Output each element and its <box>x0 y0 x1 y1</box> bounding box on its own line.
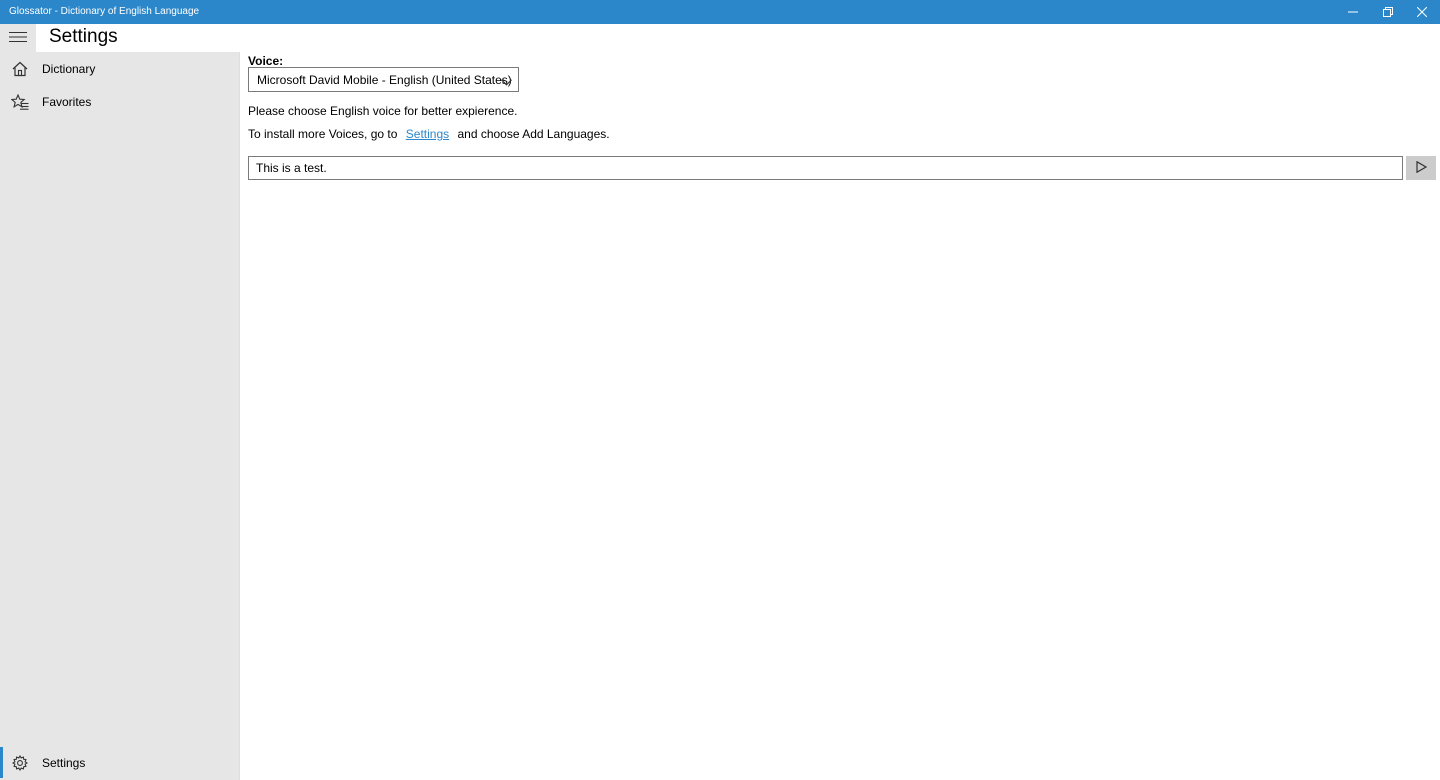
favorites-icon <box>11 93 29 111</box>
sidebar-item-label: Settings <box>42 755 86 770</box>
voice-hint: Please choose English voice for better e… <box>248 104 518 118</box>
home-icon <box>11 60 29 78</box>
app-header <box>0 24 1440 52</box>
sidebar: Dictionary Favorites Settings <box>0 52 240 780</box>
play-icon <box>1415 160 1427 176</box>
window-title: Glossator - Dictionary of English Langua… <box>9 6 200 17</box>
install-hint-suffix: and choose Add Languages. <box>457 127 610 141</box>
minimize-icon <box>1348 7 1358 17</box>
restore-button[interactable] <box>1371 0 1405 24</box>
settings-link[interactable]: Settings <box>406 127 449 141</box>
restore-icon <box>1383 7 1393 17</box>
voice-dropdown[interactable]: Microsoft David Mobile - English (United… <box>248 67 519 92</box>
voice-selected-value: Microsoft David Mobile - English (United… <box>257 73 512 87</box>
install-voices-hint: To install more Voices, go to Settings a… <box>248 127 610 141</box>
test-text-input[interactable] <box>248 156 1403 180</box>
sidebar-item-settings[interactable]: Settings <box>0 746 240 779</box>
title-bar: Glossator - Dictionary of English Langua… <box>0 0 1440 24</box>
voice-label: Voice: <box>248 54 284 68</box>
hamburger-icon <box>9 31 27 46</box>
hamburger-button[interactable] <box>0 24 36 52</box>
close-icon <box>1417 7 1427 17</box>
play-button[interactable] <box>1406 156 1436 180</box>
sidebar-item-label: Dictionary <box>42 61 96 76</box>
sidebar-item-favorites[interactable]: Favorites <box>0 85 240 118</box>
close-button[interactable] <box>1405 0 1439 24</box>
minimize-button[interactable] <box>1336 0 1370 24</box>
gear-icon <box>11 754 29 772</box>
install-hint-prefix: To install more Voices, go to <box>248 127 398 141</box>
sidebar-item-dictionary[interactable]: Dictionary <box>0 52 240 85</box>
page-title: Settings <box>49 26 118 47</box>
sidebar-item-label: Favorites <box>42 94 92 109</box>
chevron-down-icon <box>501 75 512 89</box>
